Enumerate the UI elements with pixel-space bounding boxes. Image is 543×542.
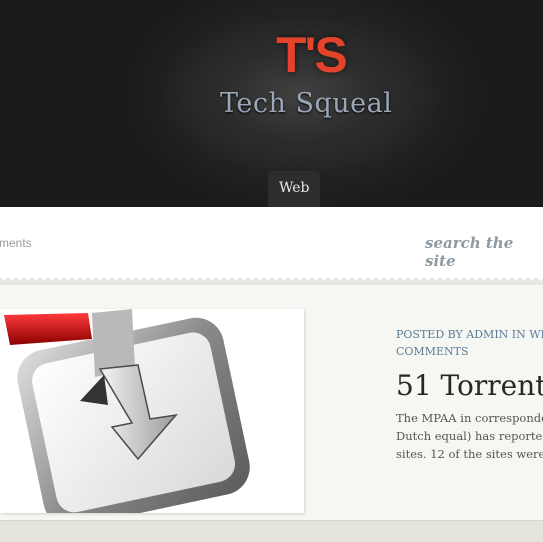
excerpt-line: sites. 12 of the sites were U xyxy=(396,447,543,461)
zigzag-divider xyxy=(0,277,543,285)
site-logo-text[interactable]: Tech Squeal xyxy=(220,90,392,117)
comments-link[interactable]: ments xyxy=(0,236,32,250)
post-comments-link[interactable]: COMMENTS xyxy=(396,343,543,360)
tab-web-label: Web xyxy=(279,180,310,196)
excerpt-line: Dutch equal) has reported xyxy=(396,429,543,443)
post-meta: POSTED BY ADMIN IN WEB COMMENTS xyxy=(396,326,543,360)
post-title[interactable]: 51 Torrent xyxy=(396,369,543,402)
search-label[interactable]: search the site xyxy=(425,234,543,270)
post-excerpt: The MPAA in corresponde Dutch equal) has… xyxy=(396,409,543,463)
tab-web[interactable]: Web xyxy=(268,171,320,207)
site-logo-mark[interactable]: T'S xyxy=(276,30,348,80)
footer-band xyxy=(0,520,543,542)
excerpt-line: The MPAA in corresponde xyxy=(396,411,543,425)
nav-strip: ments search the site xyxy=(0,207,543,279)
post-area: POSTED BY ADMIN IN WEB COMMENTS 51 Torre… xyxy=(0,285,543,521)
post-meta-line[interactable]: POSTED BY ADMIN IN WEB xyxy=(396,326,543,343)
transmission-icon xyxy=(0,309,304,513)
site-header: T'S Tech Squeal Web xyxy=(0,0,543,207)
post-thumbnail[interactable] xyxy=(0,309,304,513)
